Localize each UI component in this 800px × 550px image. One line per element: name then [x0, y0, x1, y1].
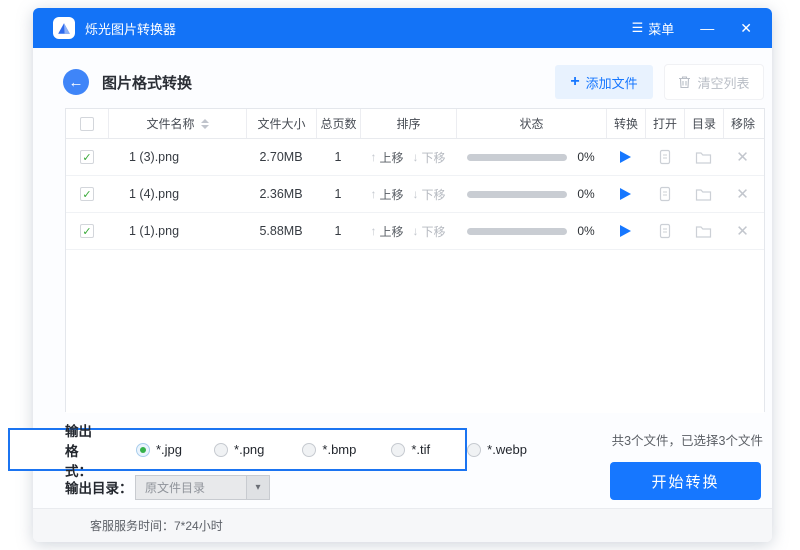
radio-3: [391, 443, 405, 457]
column-remove: 移除: [723, 109, 762, 138]
window-footer: 客服服务时间：7*24小时: [33, 508, 772, 542]
arrow-up-icon: ↑: [370, 150, 376, 164]
column-convert: 转换: [606, 109, 645, 138]
output-directory-row: 输出目录： 原文件目录 ▾: [65, 474, 270, 500]
output-directory-select[interactable]: 原文件目录 ▾: [135, 475, 270, 500]
file-size: 2.70MB: [246, 139, 316, 175]
table-row: ✓ 1 (4).png 2.36MB 1 ↑上移 ↓下移 0% ✕: [66, 176, 764, 213]
app-title: 烁光图片转换器: [85, 19, 176, 38]
open-directory-button[interactable]: [684, 213, 723, 249]
open-file-button[interactable]: [645, 176, 684, 212]
file-count-summary: 共3个文件，已选择3个文件: [612, 430, 763, 449]
sort-caret-icon: [201, 119, 209, 129]
clear-list-button[interactable]: 清空列表: [665, 65, 763, 99]
progress-bar: [467, 228, 567, 235]
move-up-button[interactable]: ↑上移: [370, 223, 403, 240]
radio-option-png[interactable]: *.png: [214, 442, 264, 457]
page-count: 1: [316, 213, 360, 249]
clear-list-label: 清空列表: [697, 73, 749, 92]
remove-file-button[interactable]: ✕: [736, 185, 749, 203]
column-open: 打开: [645, 109, 684, 138]
hamburger-icon: ☰: [632, 20, 644, 36]
close-icon[interactable]: ✕: [740, 20, 752, 37]
open-directory-button[interactable]: [684, 139, 723, 175]
radio-4: [467, 443, 481, 457]
radio-option-tif[interactable]: *.tif: [391, 442, 430, 457]
radio-0: [136, 443, 150, 457]
arrow-down-icon: ↓: [413, 187, 419, 201]
output-format-box: 输出格式： *.jpg *.png *.bmp *.tif *.webp: [8, 428, 467, 471]
column-sort: 排序: [360, 109, 456, 138]
progress-percent: 0%: [577, 150, 594, 164]
play-icon[interactable]: [620, 151, 631, 163]
menu-label: 菜单: [648, 19, 674, 38]
service-hours-text: 客服服务时间：7*24小时: [90, 517, 223, 534]
table-row: ✓ 1 (3).png 2.70MB 1 ↑上移 ↓下移 0% ✕: [66, 139, 764, 176]
row-checkbox[interactable]: ✓: [80, 187, 94, 201]
add-files-button[interactable]: + 添加文件: [555, 65, 653, 99]
play-icon[interactable]: [620, 188, 631, 200]
remove-file-button[interactable]: ✕: [736, 222, 749, 240]
arrow-up-icon: ↑: [370, 187, 376, 201]
minimize-button[interactable]: —: [700, 20, 714, 36]
output-format-label: 输出格式：: [65, 420, 92, 480]
menu-button[interactable]: ☰ 菜单: [632, 19, 675, 38]
radio-option-webp[interactable]: *.webp: [467, 442, 527, 457]
table-empty-area: [66, 250, 764, 413]
add-files-label: 添加文件: [586, 73, 638, 92]
start-convert-button[interactable]: 开始转换: [610, 462, 761, 500]
app-logo-icon: [53, 17, 75, 39]
file-name: 1 (4).png: [108, 176, 246, 212]
row-checkbox[interactable]: ✓: [80, 150, 94, 164]
column-directory: 目录: [684, 109, 723, 138]
open-directory-button[interactable]: [684, 176, 723, 212]
file-size: 5.88MB: [246, 213, 316, 249]
radio-2: [302, 443, 316, 457]
file-name: 1 (1).png: [108, 213, 246, 249]
page-title: 图片格式转换: [102, 72, 192, 93]
radio-option-bmp[interactable]: *.bmp: [302, 442, 356, 457]
table-header-row: 文件名称 文件大小 总页数 排序 状态 转换 打开 目录 移除: [66, 109, 764, 139]
table-row: ✓ 1 (1).png 5.88MB 1 ↑上移 ↓下移 0% ✕: [66, 213, 764, 250]
page-header: ← 图片格式转换 + 添加文件 清空列表: [63, 64, 763, 100]
radio-option-jpg[interactable]: *.jpg: [136, 442, 182, 457]
remove-file-button[interactable]: ✕: [736, 148, 749, 166]
progress-bar: [467, 191, 567, 198]
select-all-checkbox[interactable]: [80, 117, 94, 131]
open-file-button[interactable]: [645, 213, 684, 249]
page-count: 1: [316, 176, 360, 212]
chevron-down-icon: ▾: [246, 476, 269, 499]
move-up-button[interactable]: ↑上移: [370, 186, 403, 203]
trash-icon: [678, 75, 691, 89]
output-directory-value: 原文件目录: [136, 476, 246, 499]
file-name: 1 (3).png: [108, 139, 246, 175]
move-down-button[interactable]: ↓下移: [413, 186, 446, 203]
plus-icon: +: [570, 74, 579, 90]
move-up-button[interactable]: ↑上移: [370, 149, 403, 166]
column-file-size: 文件大小: [246, 109, 316, 138]
progress-percent: 0%: [577, 224, 594, 238]
row-checkbox[interactable]: ✓: [80, 224, 94, 238]
header-checkbox-cell: [66, 109, 108, 138]
column-status: 状态: [456, 109, 606, 138]
progress-percent: 0%: [577, 187, 594, 201]
file-table: 文件名称 文件大小 总页数 排序 状态 转换 打开 目录 移除 ✓ 1 (3).…: [65, 108, 765, 412]
progress-bar: [467, 154, 567, 161]
move-down-button[interactable]: ↓下移: [413, 149, 446, 166]
open-file-button[interactable]: [645, 139, 684, 175]
move-down-button[interactable]: ↓下移: [413, 223, 446, 240]
titlebar: 烁光图片转换器 ☰ 菜单 — ✕: [33, 8, 772, 48]
play-icon[interactable]: [620, 225, 631, 237]
arrow-down-icon: ↓: [413, 224, 419, 238]
arrow-down-icon: ↓: [413, 150, 419, 164]
radio-1: [214, 443, 228, 457]
file-size: 2.36MB: [246, 176, 316, 212]
output-directory-label: 输出目录：: [65, 477, 135, 497]
arrow-up-icon: ↑: [370, 224, 376, 238]
page-count: 1: [316, 139, 360, 175]
column-pages: 总页数: [316, 109, 360, 138]
desktop-background: 烁光图片转换器 ☰ 菜单 — ✕ ← 图片格式转换 + 添加文件: [0, 0, 800, 550]
back-button[interactable]: ←: [63, 69, 89, 95]
column-file-name[interactable]: 文件名称: [108, 109, 246, 138]
